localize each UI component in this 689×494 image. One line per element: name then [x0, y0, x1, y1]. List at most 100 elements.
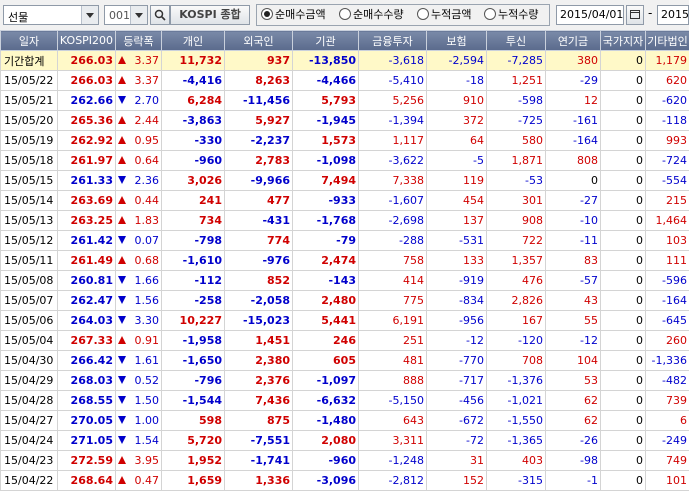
table-row[interactable]: 15/04/29 268.03 0.52 -796 2,376 -1,097 888 -717… — [0, 370, 689, 391]
column-header[interactable]: 개인 — [161, 30, 225, 51]
value-cell: -1,610 — [161, 250, 225, 271]
column-header[interactable]: 기타법인 — [645, 30, 689, 51]
value-cell: -960 — [292, 450, 359, 471]
change-value: 0.68 — [134, 254, 160, 267]
table-row[interactable]: 15/05/18 261.97 0.64 -960 2,783 -1,098 -3,622-… — [0, 150, 689, 171]
table-row[interactable]: 15/05/12 261.42 0.07 -798 774 -79 -288 -531 722-… — [0, 230, 689, 251]
column-header[interactable]: 국가지자 — [600, 30, 646, 51]
date-cell: 기간합계 — [0, 50, 58, 71]
value-cell: 0 — [600, 130, 646, 151]
table-row[interactable]: 15/05/13 263.25 1.83 734 -431 -1,768 -2,698 137… — [0, 210, 689, 231]
end-date-input[interactable]: 2015 — [657, 5, 689, 25]
table-row[interactable]: 15/04/28 268.55 1.50 -1,544 7,436 -6,632 -5,15… — [0, 390, 689, 411]
value-cell: -9,966 — [224, 170, 293, 191]
column-header[interactable]: 연기금 — [545, 30, 601, 51]
table-row[interactable]: 15/05/11 261.49 0.68 -1,610 -976 2,474 758 133 1… — [0, 250, 689, 271]
table-row[interactable]: 15/05/08 260.81 1.66 -112 852 -143 414 -919 476-… — [0, 270, 689, 291]
column-header[interactable]: 일자 — [0, 30, 58, 51]
value-cell: 0 — [600, 350, 646, 371]
value-cell: 749 — [645, 450, 689, 471]
market-select[interactable]: 선물 — [3, 5, 99, 25]
table-row[interactable]: 15/04/27 270.05 1.00 598 875 -1,480 643 -672 -1,… — [0, 410, 689, 431]
change-cell: 0.95 — [115, 130, 162, 151]
code-select[interactable]: 001 — [104, 5, 148, 25]
radio-cumulative-amount[interactable]: 누적금액 — [417, 7, 471, 23]
table-row[interactable]: 15/05/07 262.47 1.56 -258 -2,058 2,480 775 -834… — [0, 290, 689, 311]
column-header[interactable]: 금융투자 — [358, 30, 427, 51]
value-cell: -1,021 — [486, 390, 546, 411]
value-cell: -1,544 — [161, 390, 225, 411]
chevron-down-icon[interactable] — [81, 6, 98, 24]
value-cell: -956 — [426, 310, 487, 331]
value-cell: 0 — [600, 390, 646, 411]
value-cell: -672 — [426, 410, 487, 431]
value-cell: 246 — [292, 330, 359, 351]
value-cell: 0 — [600, 70, 646, 91]
table-row[interactable]: 15/05/19 262.92 0.95 -330 -2,237 1,573 1,117 64… — [0, 130, 689, 151]
calendar-icon[interactable] — [626, 5, 644, 25]
triangle-down-icon — [118, 416, 126, 424]
table-row[interactable]: 15/05/15 261.33 2.36 3,026 -9,966 7,494 7,338 1… — [0, 170, 689, 191]
value-cell: 372 — [426, 110, 487, 131]
change-value: 2.44 — [134, 114, 160, 127]
value-cell: 476 — [486, 270, 546, 291]
value-cell: -112 — [161, 270, 225, 291]
column-header[interactable]: 등락폭 — [115, 30, 162, 51]
value-cell: -1,248 — [358, 450, 427, 471]
table-row[interactable]: 15/04/30 266.42 1.61 -1,650 2,380 605 481 -770 7… — [0, 350, 689, 371]
value-cell: 477 — [224, 190, 293, 211]
kospi200-cell: 267.33 — [57, 330, 116, 351]
kospi200-cell: 266.03 — [57, 50, 116, 71]
table-row[interactable]: 15/05/21 262.66 2.70 6,284 -11,456 5,793 5,256… — [0, 90, 689, 111]
column-header[interactable]: 보험 — [426, 30, 487, 51]
value-cell: 0 — [600, 170, 646, 191]
value-cell: 251 — [358, 330, 427, 351]
column-header[interactable]: 외국인 — [224, 30, 293, 51]
value-cell: 580 — [486, 130, 546, 151]
change-cell: 0.52 — [115, 370, 162, 391]
date-cell: 15/05/22 — [0, 70, 58, 91]
change-cell: 2.70 — [115, 90, 162, 111]
change-value: 0.95 — [134, 134, 160, 147]
index-button[interactable]: KOSPI 종합 — [170, 5, 250, 25]
value-cell: -1,480 — [292, 410, 359, 431]
table-row[interactable]: 15/04/23 272.59 3.95 1,952 -1,741 -960 -1,248 3… — [0, 450, 689, 471]
kospi200-cell: 271.05 — [57, 430, 116, 451]
table-row[interactable]: 15/04/24 271.05 1.54 5,720 -7,551 2,080 3,311-… — [0, 430, 689, 451]
change-cell: 1.50 — [115, 390, 162, 411]
column-header[interactable]: KOSPI200 — [57, 30, 116, 51]
value-cell: -724 — [645, 150, 689, 171]
value-cell: -98 — [545, 450, 601, 471]
kospi200-cell: 268.03 — [57, 370, 116, 391]
column-header[interactable]: 투신 — [486, 30, 546, 51]
radio-cumulative-quantity[interactable]: 누적수량 — [484, 7, 538, 23]
value-cell: 0 — [600, 290, 646, 311]
table-row[interactable]: 15/04/22 268.64 0.47 1,659 1,336 -3,096 -2,812… — [0, 470, 689, 491]
column-header[interactable]: 기관 — [292, 30, 359, 51]
total-row[interactable]: 기간합계 266.03 3.37 11,732 937 -13,850 -3,618 -2,5… — [0, 50, 689, 71]
search-button[interactable] — [150, 5, 170, 25]
value-cell: -1,376 — [486, 370, 546, 391]
change-value: 2.70 — [134, 94, 160, 107]
value-cell: 1,336 — [224, 470, 293, 491]
change-cell: 1.54 — [115, 430, 162, 451]
value-cell: 0 — [600, 110, 646, 131]
value-cell: -976 — [224, 250, 293, 271]
change-cell: 2.36 — [115, 170, 162, 191]
table-row[interactable]: 15/05/06 264.03 3.30 10,227 -15,023 5,441 6,19… — [0, 310, 689, 331]
triangle-down-icon — [118, 396, 126, 404]
table-row[interactable]: 15/05/20 265.36 2.44 -3,863 5,927 -1,945 -1,39… — [0, 110, 689, 131]
value-cell: -7,551 — [224, 430, 293, 451]
value-cell: 5,720 — [161, 430, 225, 451]
value-cell: 605 — [292, 350, 359, 371]
radio-net-buy-amount[interactable]: 순매수금액 — [261, 7, 326, 23]
start-date-input[interactable]: 2015/04/01 — [556, 5, 624, 25]
table-row[interactable]: 15/05/04 267.33 0.91 -1,958 1,451 246 251 -12 -1… — [0, 330, 689, 351]
value-cell: 260 — [645, 330, 689, 351]
table-row[interactable]: 15/05/14 263.69 0.44 241 477 -933 -1,607 454 301… — [0, 190, 689, 211]
value-cell: 301 — [486, 190, 546, 211]
radio-net-buy-quantity[interactable]: 순매수수량 — [339, 7, 404, 23]
value-cell: -288 — [358, 230, 427, 251]
table-row[interactable]: 15/05/22 266.03 3.37 -4,416 8,263 -4,466 -5,41… — [0, 70, 689, 91]
chevron-down-icon[interactable] — [130, 6, 147, 24]
